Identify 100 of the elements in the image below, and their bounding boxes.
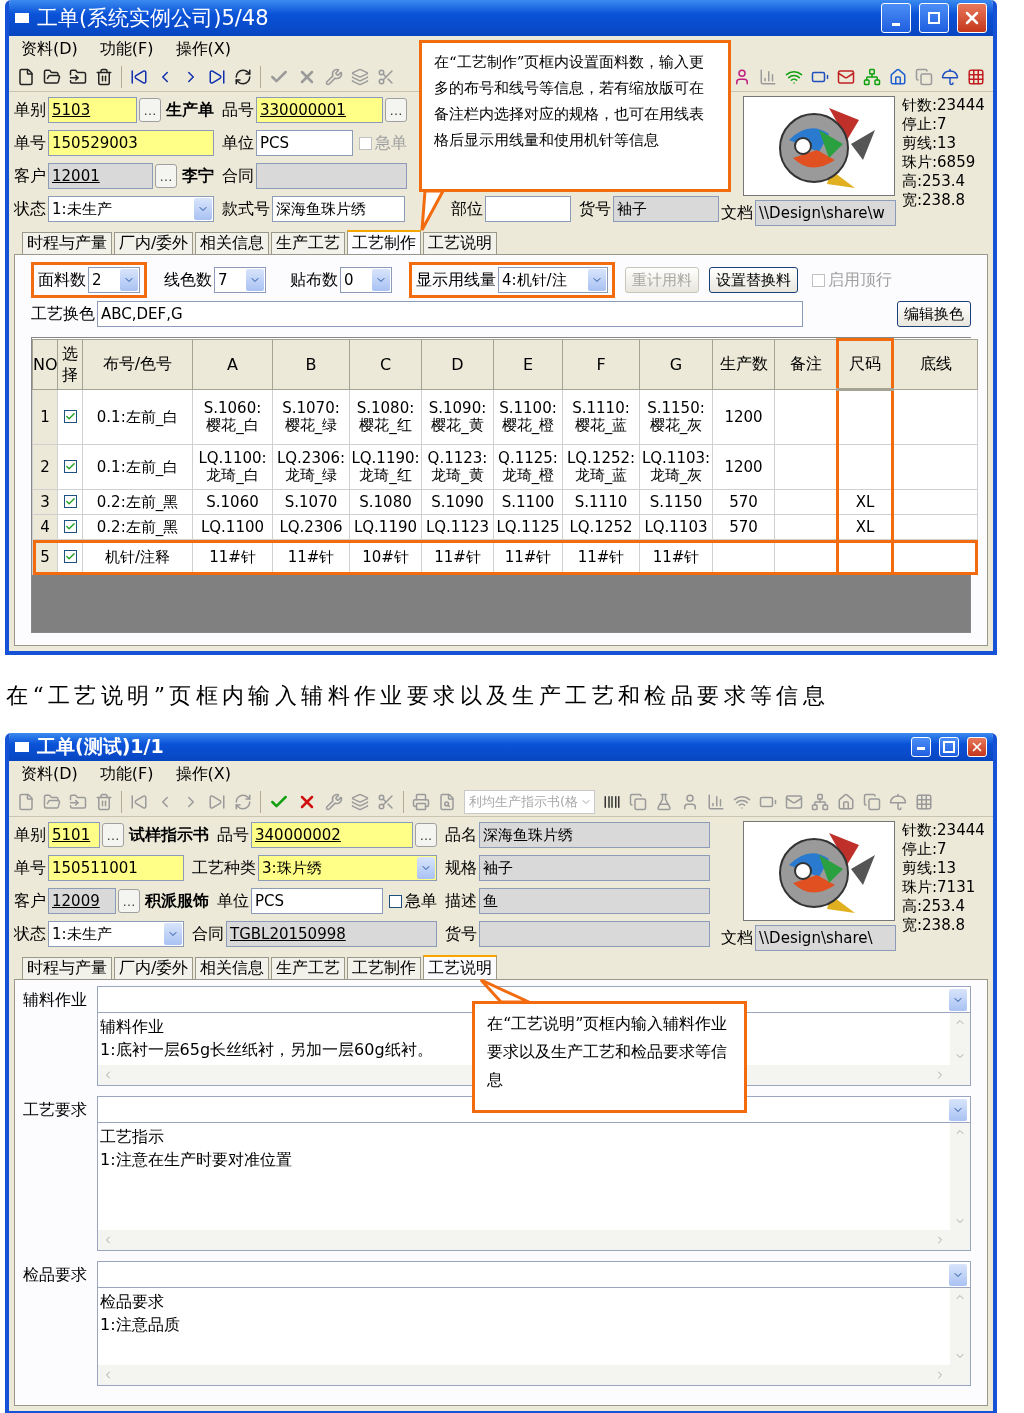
table-cell: LQ.1190	[349, 514, 422, 540]
name-text: 积派服饰	[145, 890, 209, 912]
text-line: 1:注意品质	[100, 1314, 180, 1336]
field-label: 货号	[579, 198, 611, 220]
table-cell: S.1070: 樱花_绿	[272, 389, 350, 445]
stat-text: 宽:238.8	[902, 191, 966, 210]
table-cell: LQ.1103: 龙琦_灰	[639, 444, 713, 490]
text-line: 辅料作业	[100, 1016, 164, 1038]
row-number: 3	[32, 489, 58, 515]
table-cell: XL	[837, 514, 893, 540]
row-number: 5	[32, 539, 58, 575]
annotation-tooltip: 在“工艺制作”页框内设置面料数，输入更多的布号和线号等信息，若有缩放版可在备注栏内选择对应的规格，也可在用线表格后显示用线量和使用机针等信息	[419, 40, 731, 192]
row-number: 2	[32, 444, 58, 490]
field-label: 单号	[14, 132, 46, 154]
field-label: 客户	[14, 165, 46, 187]
table-cell: S.1060: 樱花_白	[192, 389, 273, 445]
field-label: 单别	[14, 824, 46, 846]
table-cell: LQ.1252: 龙琦_蓝	[562, 444, 640, 490]
table-cell: S.1080	[349, 489, 422, 515]
text-line: 检品要求	[100, 1291, 164, 1313]
field-label: 面料数	[38, 269, 86, 291]
table-cell: 0.1:左前_白	[82, 389, 193, 445]
field-label: 单位	[222, 132, 254, 154]
text-line: 工艺指示	[100, 1126, 164, 1148]
field-label: 客户	[14, 890, 46, 912]
field-label: 工艺换色	[31, 303, 95, 325]
name-text: 试样指示书	[129, 824, 209, 846]
field-label: 文档	[721, 927, 753, 949]
row-number: 1	[32, 389, 58, 445]
field-label: 款式号	[222, 198, 270, 220]
field-label: 工艺种类	[192, 857, 256, 879]
table-cell: LQ.1100	[192, 514, 273, 540]
section-label: 检品要求	[23, 1264, 88, 1286]
table-cell: LQ.1252	[562, 514, 640, 540]
table-cell: Q.1123: 龙琦_黄	[421, 444, 494, 490]
table-cell: S.1150: 樱花_灰	[639, 389, 713, 445]
field-label: 状态	[14, 198, 46, 220]
table-cell: 570	[712, 514, 775, 540]
caption-text: 在“工艺说明”页框内输入辅料作业要求以及生产工艺和检品要求等信息	[6, 682, 831, 710]
text-line: 1:注意在生产时要对准位置	[100, 1149, 292, 1171]
table-cell: S.1110: 樱花_蓝	[562, 389, 640, 445]
field-label: 线色数	[164, 269, 212, 291]
text-line: 1:底衬一层65g长丝纸衬，另加一层60g纸衬。	[100, 1039, 433, 1061]
field-label: 状态	[14, 923, 46, 945]
field-label: 品号	[222, 99, 254, 121]
section-label: 辅料作业	[23, 989, 88, 1011]
field-label: 单别	[14, 99, 46, 121]
stat-text: 珠片:6859	[902, 153, 977, 172]
field-label: 描述	[445, 890, 477, 912]
field-label: 合同	[192, 923, 224, 945]
field-label: 单位	[217, 890, 249, 912]
field-label: 显示用线量	[416, 269, 496, 291]
table-cell: LQ.1100: 龙琦_白	[192, 444, 273, 490]
table-cell: LQ.2306	[272, 514, 350, 540]
table-cell: 1200	[712, 444, 775, 490]
table-cell: 0.2:左前_黑	[82, 514, 193, 540]
field-label: 贴布数	[290, 269, 338, 291]
stat-text: 珠片:7131	[902, 878, 977, 897]
table-cell: S.1090: 樱花_黄	[421, 389, 494, 445]
table-cell: LQ.2306: 龙琦_绿	[272, 444, 350, 490]
stat-text: 宽:238.8	[902, 916, 966, 935]
field-label: 部位	[451, 198, 483, 220]
stat-text: 高:253.4	[902, 172, 966, 191]
table-cell: LQ.1125	[493, 514, 563, 540]
stat-text: 针数:23444	[902, 96, 985, 115]
table-cell: S.1150	[639, 489, 713, 515]
window-title: 工单(系统实例公司)5/48	[37, 5, 270, 32]
table-cell: LQ.1123	[421, 514, 494, 540]
table-cell: 0.2:左前_黑	[82, 489, 193, 515]
row-number: 4	[32, 514, 58, 540]
field-label: 单号	[14, 857, 46, 879]
stat-text: 剪线:13	[902, 859, 958, 878]
annotation-tooltip: 在“工艺说明”页框内输入辅料作业要求以及生产工艺和检品要求等信息	[472, 1001, 747, 1113]
table-cell: S.1110	[562, 489, 640, 515]
field-label: 货号	[445, 923, 477, 945]
name-text: 生产单	[166, 99, 214, 121]
stat-text: 针数:23444	[902, 821, 985, 840]
table-cell: S.1100: 樱花_橙	[493, 389, 563, 445]
table-cell: S.1060	[192, 489, 273, 515]
table-cell: 1200	[712, 389, 775, 445]
section-label: 工艺要求	[23, 1099, 88, 1121]
field-label: 文档	[721, 202, 753, 224]
table-cell: 570	[712, 489, 775, 515]
stat-text: 高:253.4	[902, 897, 966, 916]
field-label: 合同	[222, 165, 254, 187]
table-cell: S.1080: 樱花_红	[349, 389, 422, 445]
stat-text: 剪线:13	[902, 134, 958, 153]
table-cell: LQ.1103	[639, 514, 713, 540]
table-cell: 0.1:左前_白	[82, 444, 193, 490]
table-cell: S.1090	[421, 489, 494, 515]
table-cell: XL	[837, 489, 893, 515]
field-label: 规格	[445, 857, 477, 879]
table-cell: S.1100	[493, 489, 563, 515]
table-cell: Q.1125: 龙琦_橙	[493, 444, 563, 490]
window-title: 工单(测试)1/1	[37, 734, 165, 759]
stat-text: 停止:7	[902, 840, 948, 859]
stat-text: 停止:7	[902, 115, 948, 134]
table-cell: S.1070	[272, 489, 350, 515]
field-label: 品号	[217, 824, 249, 846]
name-text: 李宁	[182, 165, 214, 187]
